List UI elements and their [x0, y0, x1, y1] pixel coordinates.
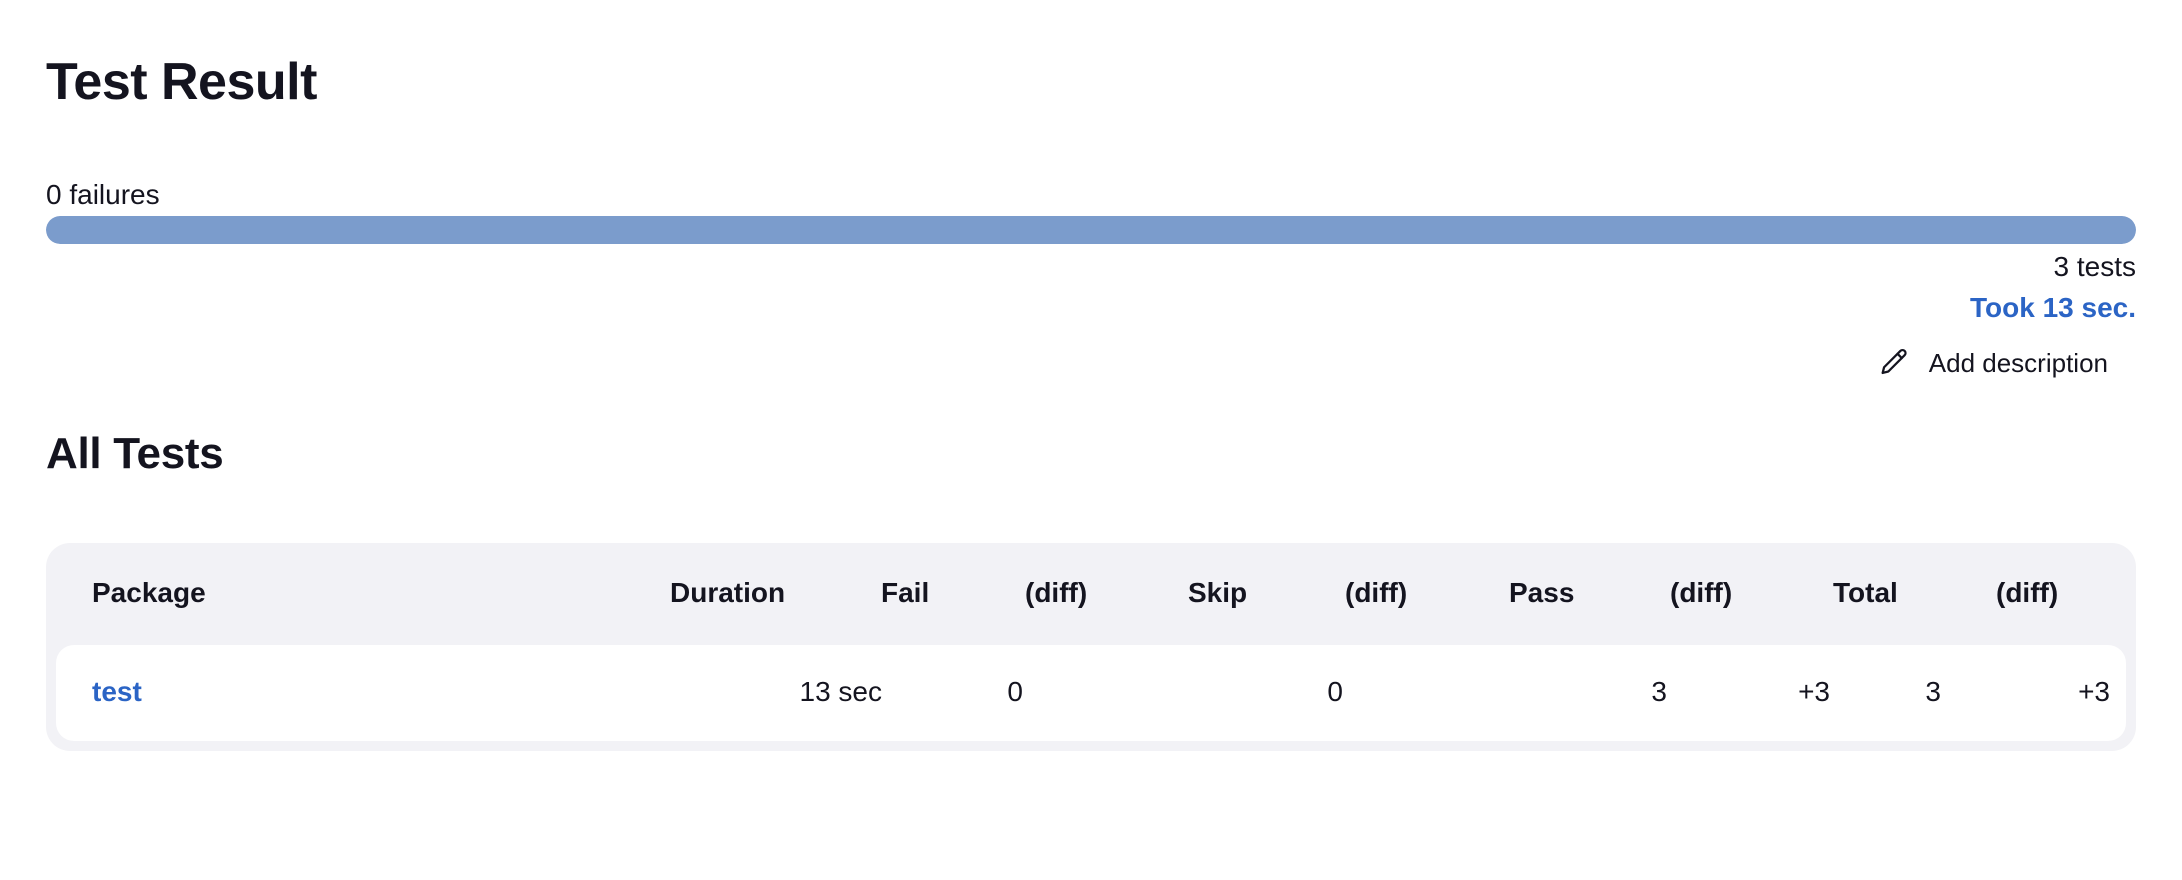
- page-title: Test Result: [46, 53, 317, 111]
- all-tests-heading: All Tests: [46, 429, 224, 478]
- pencil-icon: [1877, 346, 1911, 380]
- cell-pass: 3: [1651, 676, 1667, 707]
- column-header-pass[interactable]: Pass: [1509, 576, 1574, 610]
- column-header-skip-diff[interactable]: (diff): [1345, 576, 1407, 610]
- progress-bar-pass-fill: [46, 216, 2136, 244]
- test-progress-bar: [46, 216, 2136, 244]
- tests-count: 3 tests: [2053, 251, 2136, 282]
- cell-total-diff: +3: [2078, 676, 2110, 707]
- cell-fail: 0: [1007, 676, 1023, 707]
- column-header-package[interactable]: Package: [92, 576, 206, 610]
- package-link[interactable]: test: [92, 675, 142, 709]
- column-header-total-diff[interactable]: (diff): [1996, 576, 2058, 610]
- cell-total: 3: [1925, 676, 1941, 707]
- add-description-button[interactable]: Add description: [1877, 346, 2108, 380]
- took-duration-link[interactable]: Took 13 sec.: [1970, 291, 2136, 325]
- table-row: test 13 sec 0 0 3 +3 3 +3: [56, 645, 2126, 741]
- cell-skip: 0: [1327, 676, 1343, 707]
- column-header-total[interactable]: Total: [1833, 576, 1898, 610]
- column-header-pass-diff[interactable]: (diff): [1670, 576, 1732, 610]
- all-tests-table: Package Duration Fail (diff) Skip (diff)…: [46, 543, 2136, 751]
- column-header-skip[interactable]: Skip: [1188, 576, 1247, 610]
- table-header: Package Duration Fail (diff) Skip (diff)…: [46, 543, 2136, 643]
- cell-duration: 13 sec: [799, 676, 883, 707]
- column-header-duration[interactable]: Duration: [670, 576, 785, 610]
- column-header-fail[interactable]: Fail: [881, 576, 929, 610]
- cell-pass-diff: +3: [1798, 676, 1830, 707]
- failures-count: 0 failures: [46, 179, 160, 210]
- add-description-label: Add description: [1928, 348, 2108, 378]
- column-header-fail-diff[interactable]: (diff): [1025, 576, 1087, 610]
